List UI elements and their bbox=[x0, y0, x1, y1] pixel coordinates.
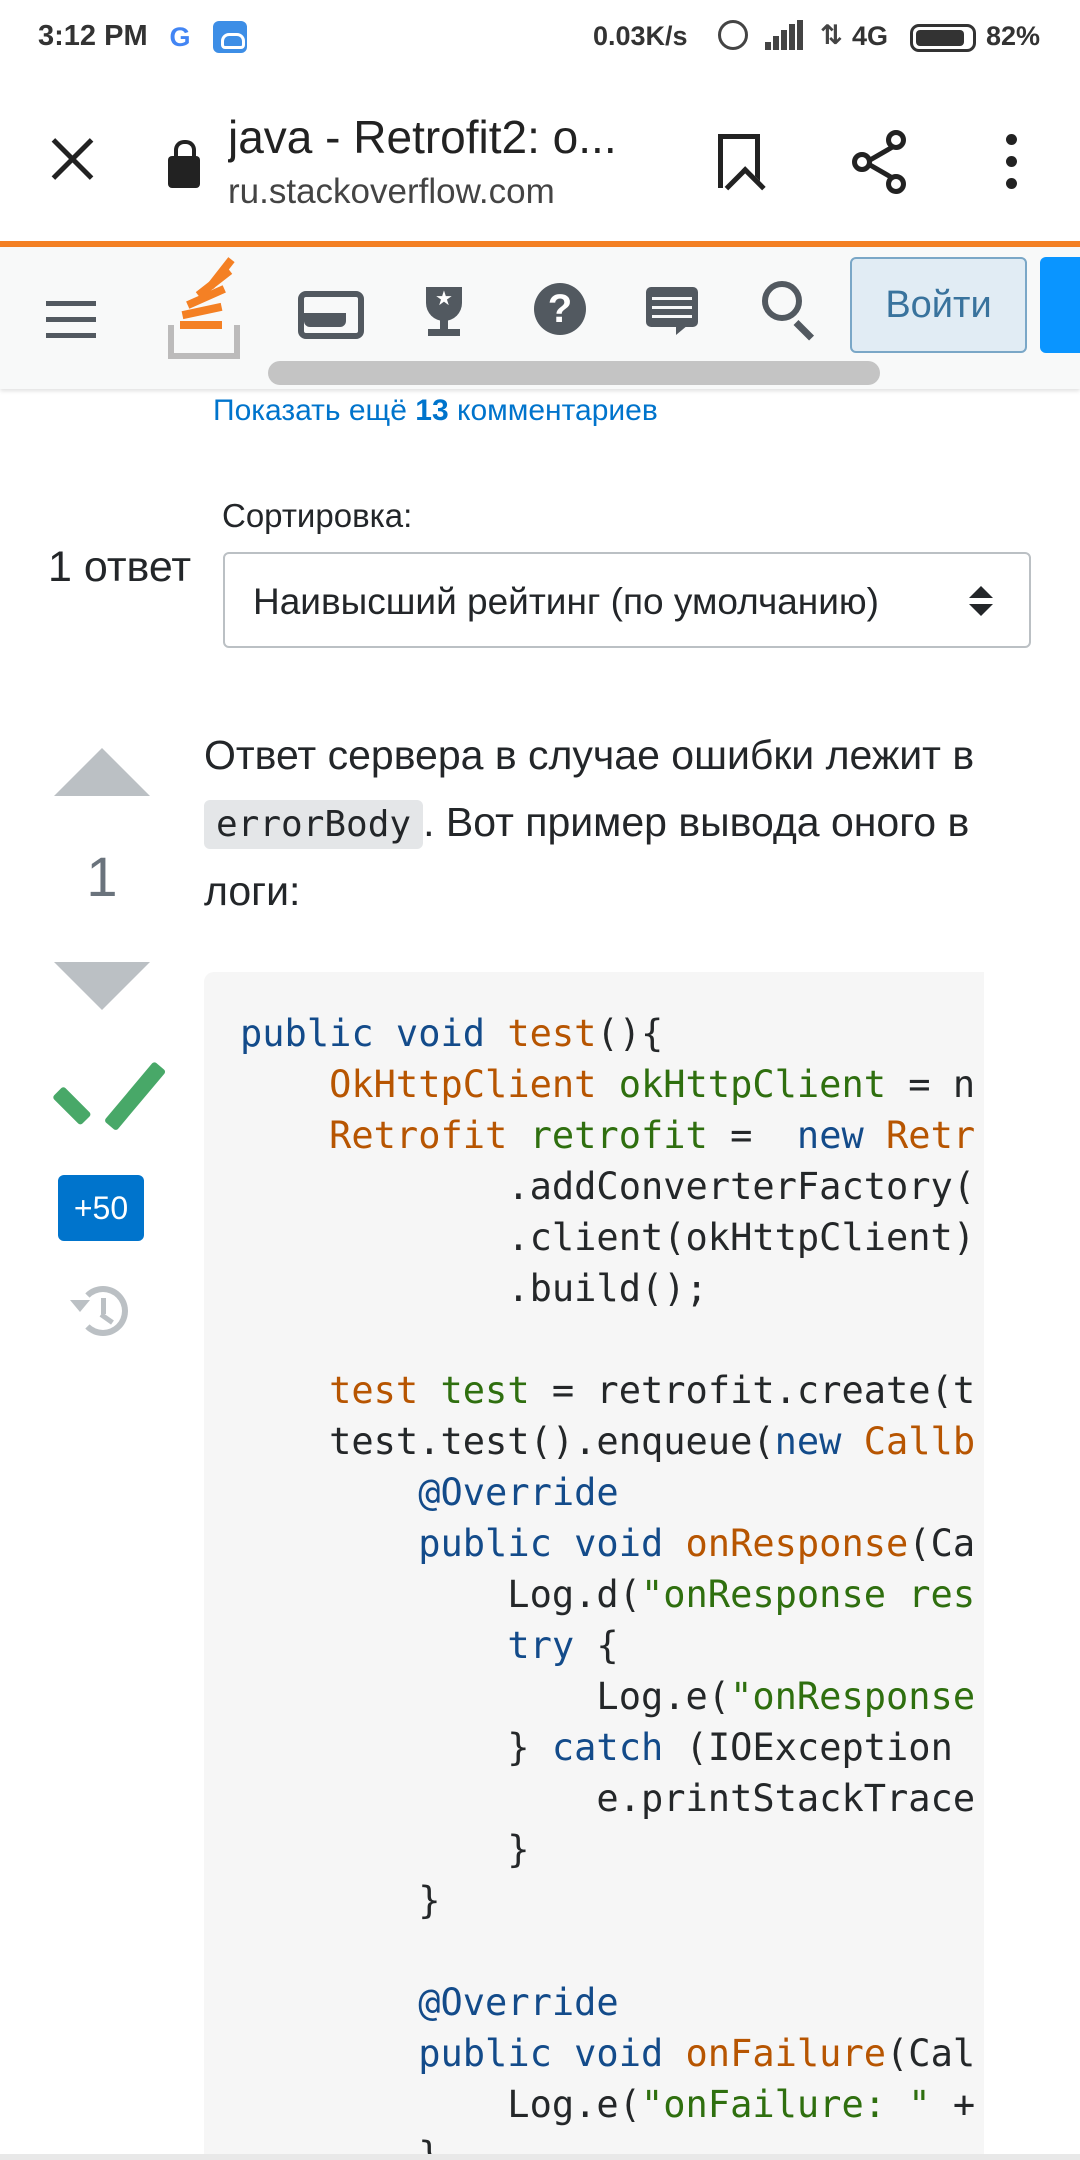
horizontal-scrollbar[interactable] bbox=[268, 361, 880, 385]
code-line: Log.e("onFailure: " + bbox=[240, 2083, 976, 2126]
code-line: try { bbox=[507, 1624, 619, 1667]
sort-select[interactable]: Наивысший рейтинг (по умолчанию) bbox=[223, 552, 1031, 648]
help-icon[interactable]: ? bbox=[530, 277, 594, 341]
bookmark-icon[interactable] bbox=[718, 134, 760, 188]
lock-icon[interactable] bbox=[168, 140, 200, 188]
vote-down-icon[interactable] bbox=[54, 962, 150, 1010]
inline-code: errorBody bbox=[204, 800, 424, 849]
share-icon[interactable] bbox=[852, 130, 912, 194]
more-options-icon[interactable] bbox=[1004, 132, 1018, 192]
code-line: } catch (IOException bbox=[240, 1726, 976, 1769]
battery-icon bbox=[910, 24, 976, 52]
code-line: e.printStackTrace bbox=[240, 1777, 976, 1820]
chat-icon[interactable] bbox=[642, 277, 706, 341]
accepted-check-icon bbox=[52, 1052, 167, 1132]
code-line: public void onFailure(Cal bbox=[418, 2032, 976, 2075]
status-time: 3:12 PM bbox=[38, 20, 148, 52]
answer-count: 1 ответ bbox=[48, 543, 192, 591]
history-icon[interactable] bbox=[70, 1282, 130, 1340]
inbox-icon[interactable] bbox=[296, 277, 364, 341]
code-line: test test = retrofit.create(t bbox=[329, 1369, 976, 1412]
google-icon: G bbox=[169, 22, 191, 52]
close-icon[interactable] bbox=[44, 130, 100, 186]
code-content: public void test(){ OkHttpClient okHttpC… bbox=[240, 1008, 975, 2160]
select-arrows-icon bbox=[969, 586, 993, 618]
alarm-icon bbox=[718, 20, 748, 50]
page-domain[interactable]: ru.stackoverflow.com bbox=[228, 172, 555, 212]
code-line: .addConverterFactory( bbox=[240, 1165, 976, 1208]
sort-selected-value: Наивысший рейтинг (по умолчанию) bbox=[253, 581, 879, 622]
code-block[interactable]: public void test(){ OkHttpClient okHttpC… bbox=[204, 972, 984, 2160]
hamburger-menu-icon[interactable] bbox=[46, 301, 98, 339]
code-line: Log.e("onResponse bbox=[240, 1675, 976, 1718]
so-topbar: ★ ? Войти bbox=[0, 247, 1080, 389]
bounty-badge[interactable]: +50 bbox=[58, 1175, 144, 1241]
vote-count: 1 bbox=[86, 845, 118, 908]
cloud-icon bbox=[213, 21, 247, 53]
code-line: OkHttpClient okHttpClient = n bbox=[329, 1063, 976, 1106]
vote-up-icon[interactable] bbox=[54, 748, 150, 796]
network-speed: 0.03K/s bbox=[593, 21, 688, 51]
code-line: Retrofit retrofit = new Retr bbox=[329, 1114, 976, 1157]
network-type: 4G bbox=[852, 21, 889, 51]
signup-button[interactable] bbox=[1040, 257, 1080, 353]
stackoverflow-logo-icon[interactable] bbox=[166, 257, 242, 359]
login-button[interactable]: Войти bbox=[850, 257, 1027, 353]
code-line: } bbox=[240, 1879, 441, 1922]
data-transfer-icon: ⇅ bbox=[820, 20, 843, 50]
code-line: Log.d("onResponse res bbox=[240, 1573, 976, 1616]
code-line: public void onResponse(Ca bbox=[418, 1522, 976, 1565]
browser-toolbar: java - Retrofit2: о... ru.stackoverflow.… bbox=[0, 72, 1080, 244]
sort-label: Сортировка: bbox=[222, 497, 413, 534]
search-icon[interactable] bbox=[758, 277, 822, 341]
show-more-comments-link[interactable]: Показать ещё 13 комментариев bbox=[213, 394, 658, 428]
code-line: .build(); bbox=[240, 1267, 708, 1310]
battery-percent: 82% bbox=[986, 21, 1041, 51]
code-line: @Override bbox=[418, 1471, 619, 1514]
answer-body: Ответ сервера в случае ошибки лежит в er… bbox=[204, 732, 975, 914]
code-line: @Override bbox=[418, 1981, 619, 2024]
code-line: } bbox=[240, 1828, 530, 1871]
bottom-edge bbox=[0, 2154, 1080, 2160]
code-line: test.test().enqueue(new Callb bbox=[240, 1420, 976, 1463]
page-title[interactable]: java - Retrofit2: о... bbox=[228, 110, 648, 164]
code-line: public void test(){ bbox=[240, 1012, 664, 1055]
code-line: .client(okHttpClient) bbox=[240, 1216, 976, 1259]
signal-icon bbox=[765, 20, 805, 50]
status-bar: 3:12 PM G 0.03K/s ⇅ 4G 82% bbox=[0, 0, 1080, 72]
trophy-icon[interactable]: ★ bbox=[414, 277, 478, 341]
